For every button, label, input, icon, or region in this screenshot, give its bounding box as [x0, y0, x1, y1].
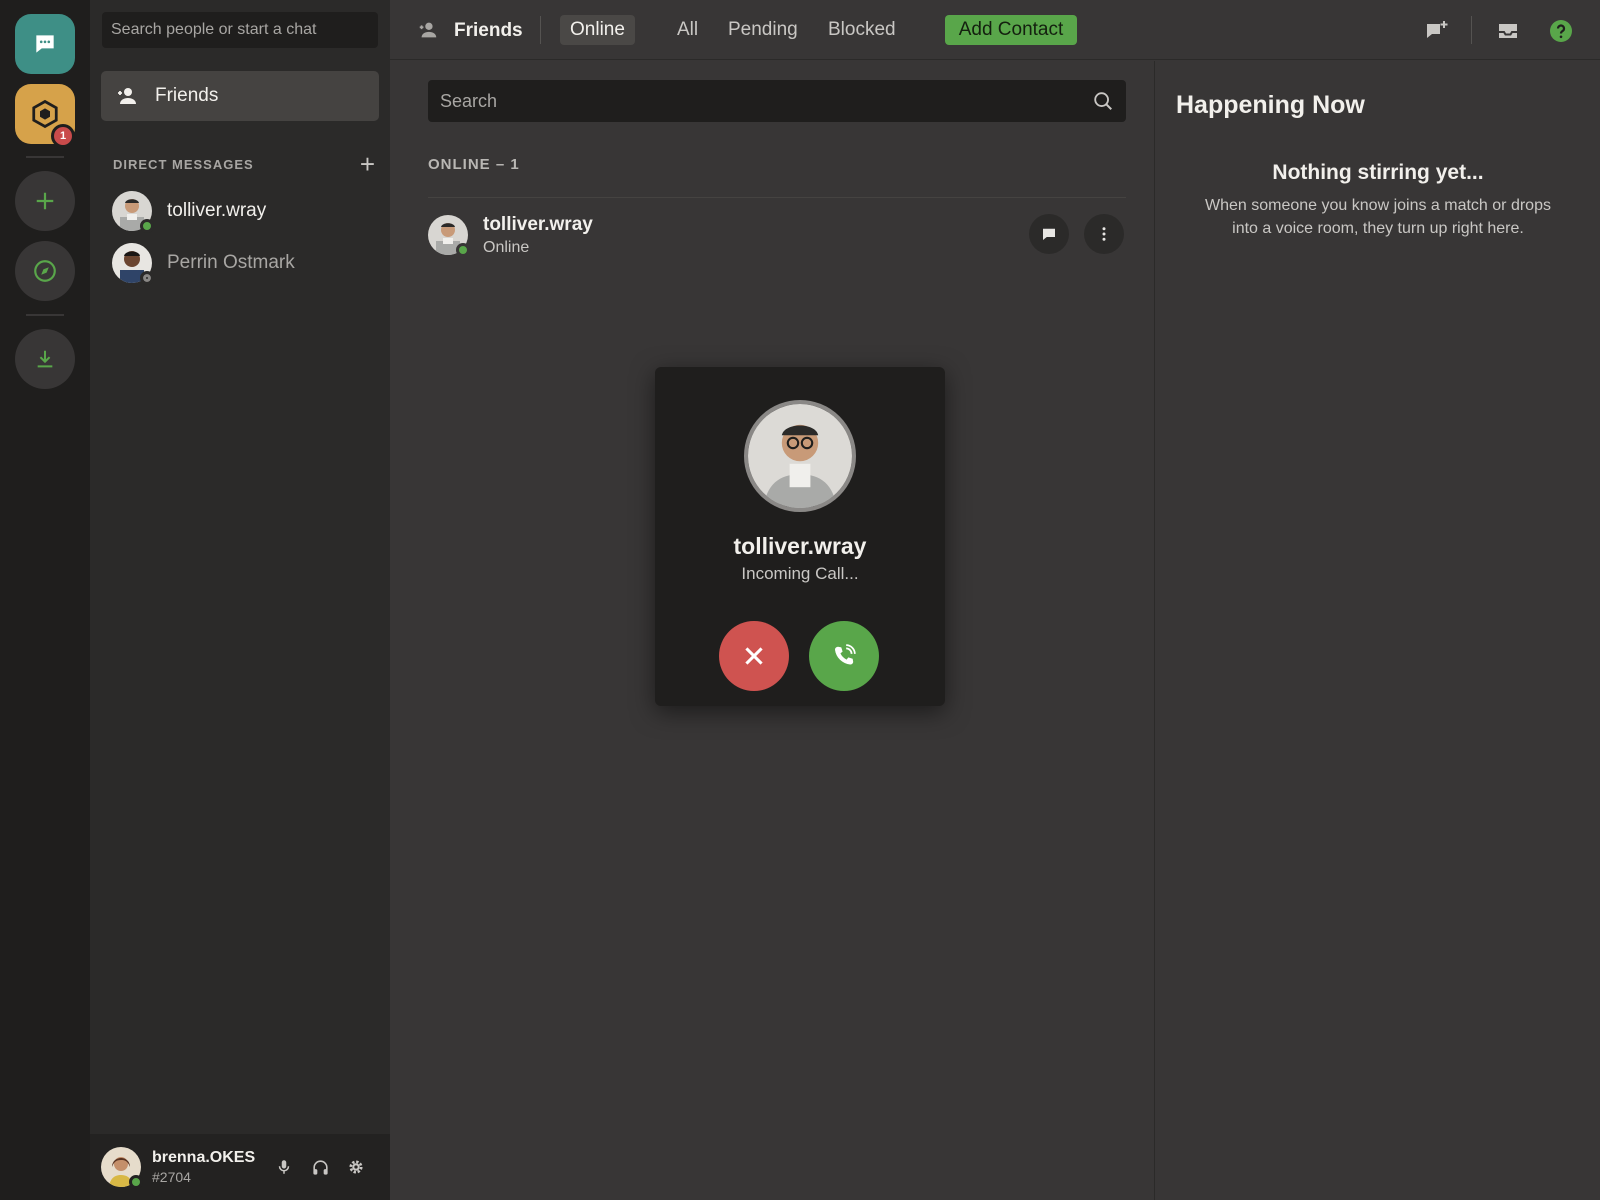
tab-pending[interactable]: Pending	[718, 15, 808, 45]
divider	[540, 16, 541, 44]
search-icon	[1094, 92, 1112, 110]
online-count-header: ONLINE – 1	[428, 156, 520, 173]
dm-item-tolliver[interactable]: tolliver.wray	[112, 189, 382, 233]
happening-now-panel: Happening Now Nothing stirring yet... Wh…	[1154, 61, 1600, 1200]
home-button[interactable]	[15, 14, 75, 74]
friends-icon	[419, 22, 437, 38]
dm-name: tolliver.wray	[167, 200, 267, 221]
top-bar: Friends Online All Pending Blocked Add C…	[390, 0, 1600, 60]
divider	[428, 197, 1126, 198]
avatar	[428, 215, 470, 257]
decline-call-button[interactable]	[719, 621, 789, 691]
inbox-button[interactable]	[1495, 18, 1521, 44]
microphone-icon	[278, 1160, 290, 1174]
settings-button[interactable]	[346, 1157, 366, 1177]
friend-name: tolliver.wray	[483, 214, 593, 235]
new-chat-icon	[1427, 21, 1448, 38]
hexagon-icon	[32, 99, 58, 129]
rail-divider	[26, 156, 64, 158]
more-options-button[interactable]	[1084, 214, 1124, 254]
tab-online[interactable]: Online	[560, 15, 635, 45]
user-name: brenna.OKES	[152, 1149, 256, 1166]
empty-state-text: When someone you know joins a match or d…	[1205, 197, 1551, 237]
more-vertical-icon	[1102, 227, 1106, 241]
inbox-icon	[1499, 24, 1517, 38]
friends-nav-label: Friends	[155, 85, 219, 106]
divider	[1471, 16, 1472, 44]
accept-call-button[interactable]	[809, 621, 879, 691]
new-group-dm-button[interactable]	[1424, 18, 1450, 44]
page-title: Friends	[454, 20, 523, 41]
help-icon	[1550, 20, 1572, 42]
user-tag: #2704	[152, 1169, 191, 1185]
status-offline-dot	[140, 271, 154, 285]
add-contact-button[interactable]: Add Contact	[945, 15, 1077, 45]
empty-state-title: Nothing stirring yet...	[1272, 161, 1484, 184]
new-dm-plus-icon[interactable]: +	[360, 151, 375, 177]
close-icon	[745, 647, 763, 665]
deafen-button[interactable]	[310, 1157, 330, 1177]
friend-row-tolliver[interactable]: tolliver.wray Online	[428, 212, 1126, 268]
friends-search-input[interactable]	[428, 80, 1126, 122]
dm-header: DIRECT MESSAGES +	[113, 151, 375, 177]
tab-all[interactable]: All	[667, 15, 708, 45]
dm-name: Perrin Ostmark	[167, 252, 295, 273]
notification-badge: 1	[51, 124, 75, 148]
message-icon	[1043, 228, 1055, 240]
friends-icon	[118, 88, 136, 104]
gear-icon	[349, 1160, 363, 1174]
phone-icon	[835, 644, 856, 665]
download-button[interactable]	[15, 329, 75, 389]
sidebar-item-friends[interactable]: Friends	[101, 71, 379, 121]
add-server-button[interactable]	[15, 171, 75, 231]
status-online-dot	[129, 1175, 143, 1189]
download-icon	[37, 350, 53, 368]
user-avatar[interactable]	[101, 1147, 143, 1189]
avatar-tolliver-icon	[748, 404, 852, 508]
avatar	[112, 243, 154, 285]
sidebar: Friends DIRECT MESSAGES + tolliver.wray …	[90, 0, 390, 1200]
call-status: Incoming Call...	[741, 564, 859, 583]
server-rail: 1	[0, 0, 90, 1200]
caller-name: tolliver.wray	[733, 533, 867, 559]
message-button[interactable]	[1029, 214, 1069, 254]
friend-status: Online	[483, 239, 530, 256]
dm-item-perrin[interactable]: Perrin Ostmark	[112, 241, 382, 285]
tab-blocked[interactable]: Blocked	[818, 15, 906, 45]
panel-title: Happening Now	[1176, 91, 1365, 119]
plus-icon	[36, 192, 54, 210]
compass-icon	[34, 260, 56, 282]
status-online-dot	[140, 219, 154, 233]
headphones-icon	[312, 1159, 328, 1175]
incoming-call-modal: tolliver.wray Incoming Call...	[655, 367, 945, 706]
friends-search	[428, 80, 1126, 122]
mute-button[interactable]	[274, 1157, 294, 1177]
chat-bubble-icon	[36, 35, 54, 53]
dm-header-label: DIRECT MESSAGES	[113, 156, 254, 172]
caller-avatar	[744, 400, 856, 512]
help-button[interactable]	[1548, 18, 1574, 44]
server-button[interactable]: 1	[15, 84, 75, 148]
rail-divider	[26, 314, 64, 316]
sidebar-search-input[interactable]	[102, 12, 378, 48]
explore-button[interactable]	[15, 241, 75, 301]
avatar	[112, 191, 154, 233]
status-online-dot	[456, 243, 470, 257]
user-panel: brenna.OKES #2704	[90, 1134, 390, 1200]
